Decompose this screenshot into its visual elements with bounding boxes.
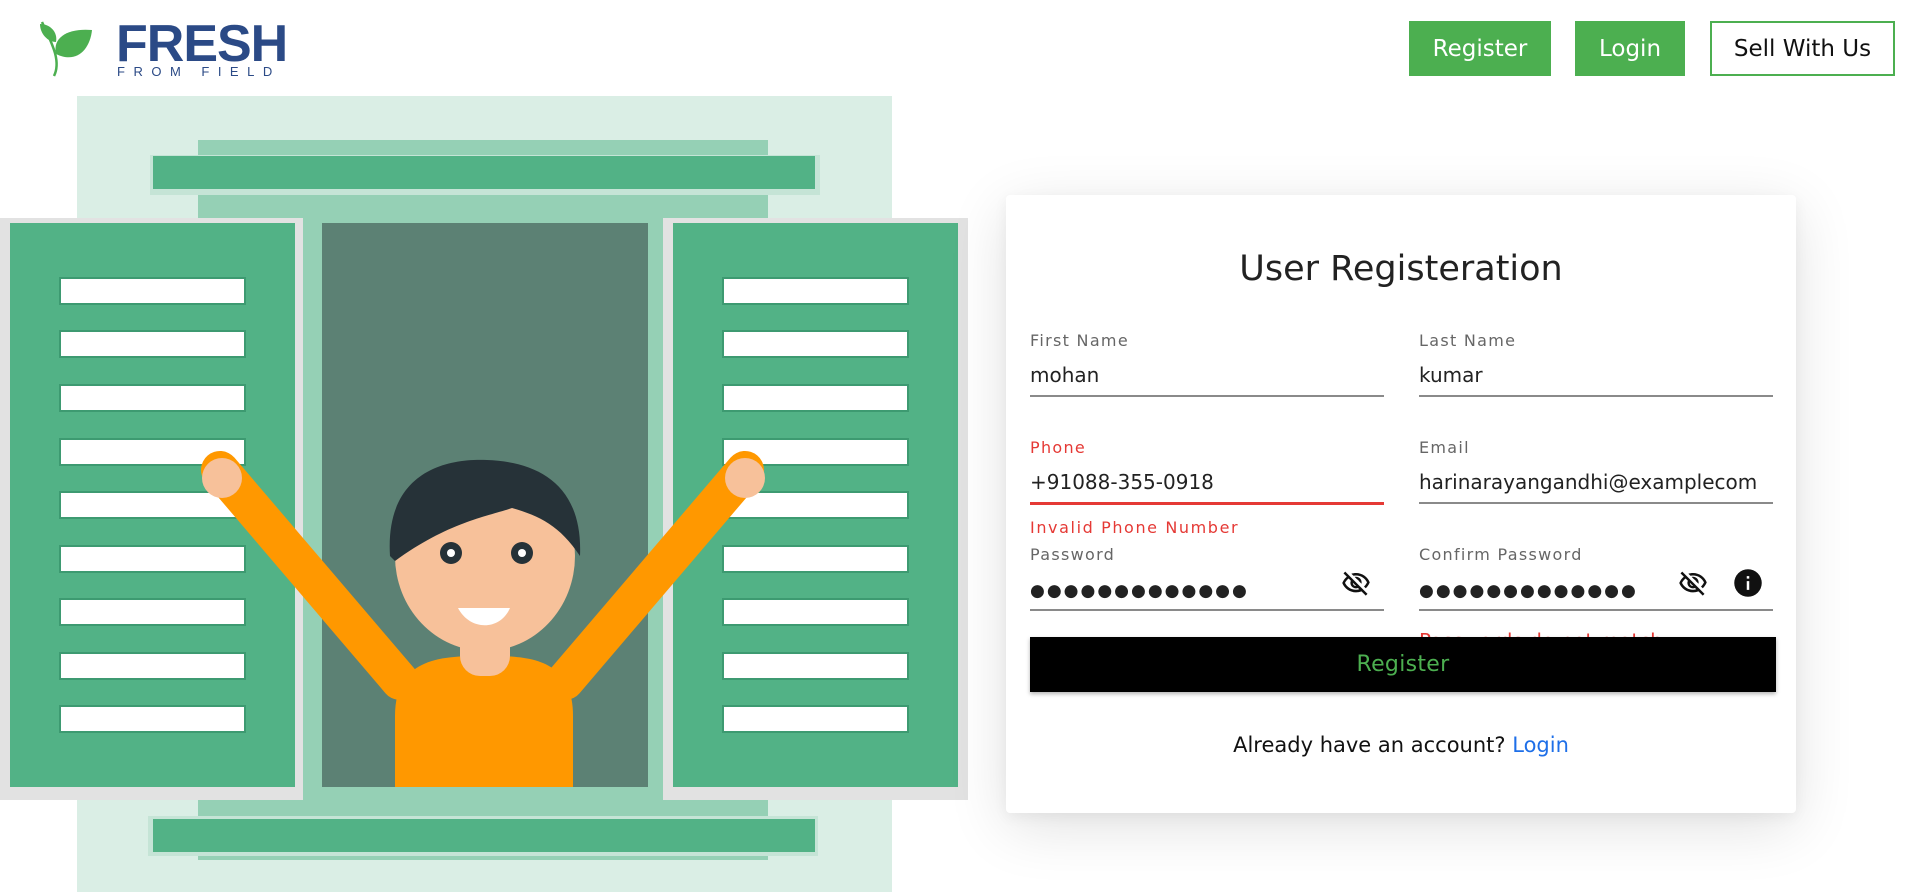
phone-error-message: Invalid Phone Number — [1030, 518, 1240, 537]
last-name-label: Last Name — [1419, 331, 1517, 350]
register-submit-button[interactable]: Register — [1030, 637, 1776, 692]
login-prompt-text: Already have an account? — [1233, 733, 1506, 757]
leaf-icon — [40, 21, 92, 77]
first-name-field: First Name — [1030, 331, 1384, 401]
header-login-button[interactable]: Login — [1575, 21, 1685, 76]
confirm-password-underline — [1419, 609, 1773, 611]
confirm-password-input[interactable] — [1419, 576, 1669, 606]
phone-input[interactable] — [1030, 467, 1384, 497]
window-illustration — [0, 96, 968, 892]
confirm-password-label: Confirm Password — [1419, 545, 1583, 564]
password-underline — [1030, 609, 1384, 611]
email-underline — [1419, 502, 1773, 504]
email-label: Email — [1419, 438, 1470, 457]
login-prompt: Already have an account? Login — [1006, 733, 1796, 757]
sell-with-us-button[interactable]: Sell With Us — [1710, 21, 1895, 76]
password-field: Password — [1030, 545, 1384, 615]
last-name-input[interactable] — [1419, 360, 1773, 390]
phone-field: Phone Invalid Phone Number — [1030, 438, 1384, 538]
login-link[interactable]: Login — [1512, 733, 1569, 757]
confirm-password-field: Confirm Password Passwords do not match — [1419, 545, 1773, 645]
brand-logo[interactable]: FRESH FROM FIELD — [36, 15, 288, 80]
last-name-field: Last Name — [1419, 331, 1773, 401]
email-field: Email — [1419, 438, 1773, 508]
eye-off-icon[interactable] — [1677, 567, 1709, 599]
phone-underline — [1030, 502, 1384, 505]
email-input[interactable] — [1419, 467, 1773, 497]
first-name-input[interactable] — [1030, 360, 1384, 390]
phone-label: Phone — [1030, 438, 1087, 457]
eye-off-icon[interactable] — [1340, 567, 1372, 599]
brand-tagline: FROM FIELD — [117, 64, 281, 79]
last-name-underline — [1419, 395, 1773, 397]
brand-name: FRESH — [116, 15, 288, 73]
password-label: Password — [1030, 545, 1116, 564]
header-register-button[interactable]: Register — [1409, 21, 1551, 76]
password-input[interactable] — [1030, 576, 1330, 606]
first-name-underline — [1030, 395, 1384, 397]
registration-card: User Registeration First Name Last Name … — [1006, 195, 1796, 813]
first-name-label: First Name — [1030, 331, 1129, 350]
info-icon[interactable] — [1732, 567, 1764, 599]
page-title: User Registeration — [1239, 249, 1563, 289]
